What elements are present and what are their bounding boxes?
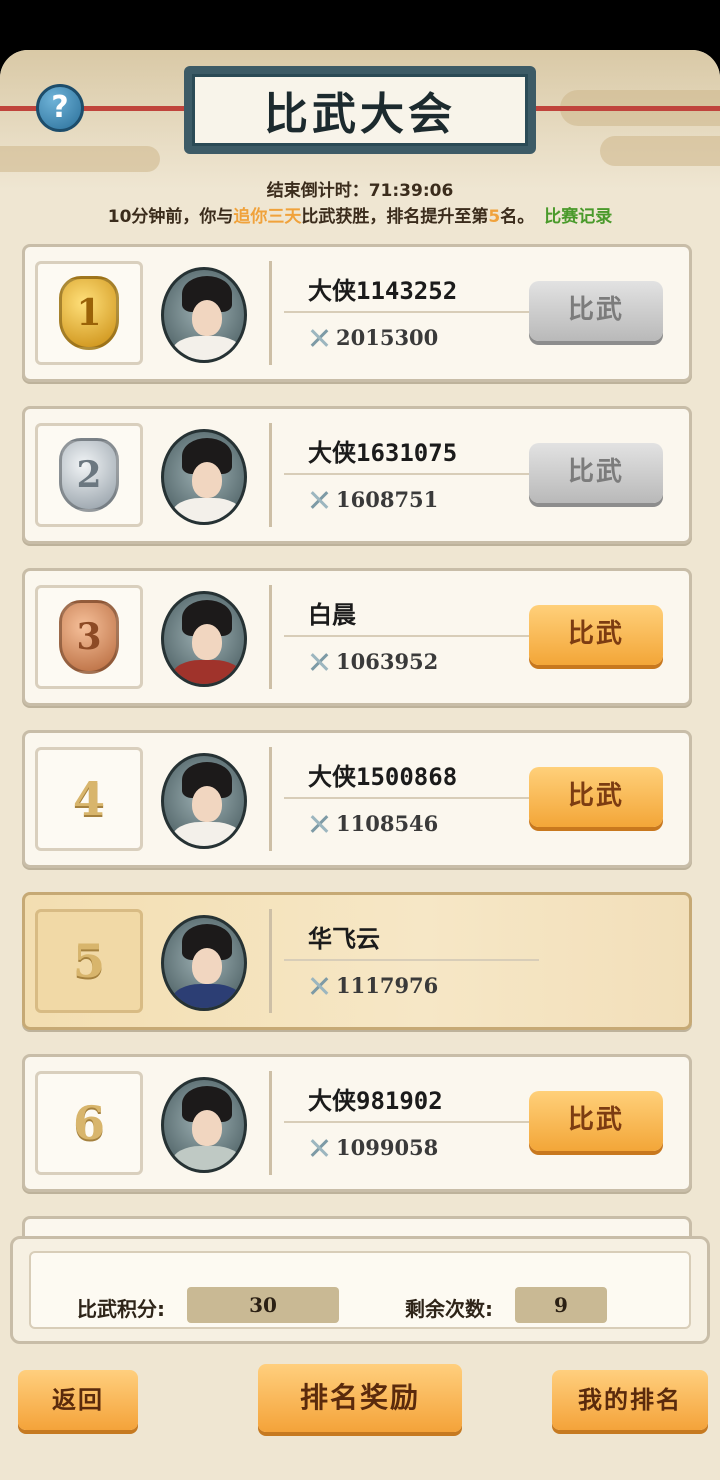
crossed-swords-icon — [308, 1137, 330, 1159]
points-label: 比武积分: — [77, 1297, 165, 1321]
ranking-row: 6 大侠981902 1099058 比武 — [22, 1054, 692, 1192]
challenge-button[interactable]: 比武 — [529, 281, 663, 341]
notice-suffix: 名。 — [500, 207, 535, 227]
challenge-button[interactable]: 比武 — [529, 605, 663, 665]
challenge-button[interactable]: 比武 — [529, 443, 663, 503]
player-info: 白晨 1063952 — [269, 585, 539, 689]
player-power: 1117976 — [308, 973, 438, 998]
player-name: 大侠981902 — [308, 1087, 443, 1115]
player-info: 大侠1500868 1108546 — [269, 747, 539, 851]
points-value: 30 — [187, 1287, 339, 1323]
rank-slot: 4 — [35, 747, 143, 851]
bronze-medal-icon: 3 — [59, 600, 119, 674]
help-button[interactable]: ? — [36, 84, 84, 132]
my-rank-button[interactable]: 我的排名 — [552, 1370, 708, 1430]
red-rope-right — [520, 106, 720, 111]
rank-slot: 5 — [35, 909, 143, 1013]
rank-number: 5 — [72, 934, 105, 988]
player-info: 大侠981902 1099058 — [269, 1071, 539, 1175]
score-panel: 比武积分: 30 剩余次数: 9 — [29, 1251, 691, 1329]
player-name: 白晨 — [308, 601, 356, 629]
title-plaque: 比武大会 — [184, 66, 536, 154]
remaining-label: 剩余次数: — [405, 1297, 493, 1321]
rank-slot: 6 — [35, 1071, 143, 1175]
cloud-decoration — [600, 136, 720, 166]
player-power: 1108546 — [308, 811, 438, 836]
rank-slot: 2 — [35, 423, 143, 527]
page-title: 比武大会 — [192, 74, 528, 146]
power-value: 1608751 — [336, 487, 439, 512]
crossed-swords-icon — [308, 813, 330, 835]
gold-medal-icon: 1 — [59, 276, 119, 350]
notice-prefix: 10分钟前，你与 — [107, 207, 234, 227]
rank-number: 6 — [72, 1096, 105, 1150]
crossed-swords-icon — [308, 651, 330, 673]
avatar[interactable] — [161, 915, 247, 1011]
power-value: 1063952 — [336, 649, 439, 674]
avatar[interactable] — [161, 429, 247, 525]
score-bar: 比武积分: 30 剩余次数: 9 — [10, 1236, 710, 1344]
countdown-timer: 结束倒计时：71:39:06 — [266, 181, 454, 201]
player-info: 大侠1143252 2015300 — [269, 261, 539, 365]
challenge-button[interactable]: 比武 — [529, 1091, 663, 1151]
cloud-decoration — [0, 146, 160, 172]
rank-number: 4 — [72, 772, 105, 826]
crossed-swords-icon — [308, 975, 330, 997]
remaining-value: 9 — [515, 1287, 607, 1323]
player-info: 大侠1631075 1608751 — [269, 423, 539, 527]
avatar[interactable] — [161, 1077, 247, 1173]
ranking-row: 1 大侠1143252 2015300 比武 — [22, 244, 692, 382]
player-power: 1063952 — [308, 649, 438, 674]
notice-rank: 5 — [488, 207, 501, 227]
player-info: 华飞云 1117976 — [269, 909, 539, 1013]
rank-slot: 3 — [35, 585, 143, 689]
avatar[interactable] — [161, 591, 247, 687]
player-power: 1099058 — [308, 1135, 438, 1160]
power-value: 1108546 — [336, 811, 439, 836]
player-power: 2015300 — [308, 325, 438, 350]
crossed-swords-icon — [308, 489, 330, 511]
match-record-link[interactable]: 比赛记录 — [544, 207, 612, 227]
ranking-row: 3 白晨 1063952 比武 — [22, 568, 692, 706]
avatar[interactable] — [161, 267, 247, 363]
player-name: 大侠1500868 — [308, 763, 458, 791]
rank-rewards-button[interactable]: 排名奖励 — [258, 1364, 462, 1432]
power-value: 2015300 — [336, 325, 439, 350]
ranking-row-self: 5 华飞云 1117976 — [22, 892, 692, 1030]
crossed-swords-icon — [308, 327, 330, 349]
player-name: 大侠1631075 — [308, 439, 458, 467]
power-value: 1117976 — [336, 973, 439, 998]
battle-notice: 10分钟前，你与追你三天比武获胜，排名提升至第5名。 比赛记录 — [0, 202, 720, 227]
ranking-row: 2 大侠1631075 1608751 比武 — [22, 406, 692, 544]
player-name: 大侠1143252 — [308, 277, 458, 305]
player-power: 1608751 — [308, 487, 438, 512]
player-name: 华飞云 — [308, 925, 380, 953]
rank-slot: 1 — [35, 261, 143, 365]
notice-middle: 比武获胜，排名提升至第 — [301, 207, 489, 227]
ranking-row: 4 大侠1500868 1108546 比武 — [22, 730, 692, 868]
back-button[interactable]: 返回 — [18, 1370, 138, 1430]
notice-opponent: 追你三天 — [233, 207, 302, 227]
challenge-button[interactable]: 比武 — [529, 767, 663, 827]
silver-medal-icon: 2 — [59, 438, 119, 512]
avatar[interactable] — [161, 753, 247, 849]
red-rope-left — [0, 106, 200, 111]
power-value: 1099058 — [336, 1135, 439, 1160]
